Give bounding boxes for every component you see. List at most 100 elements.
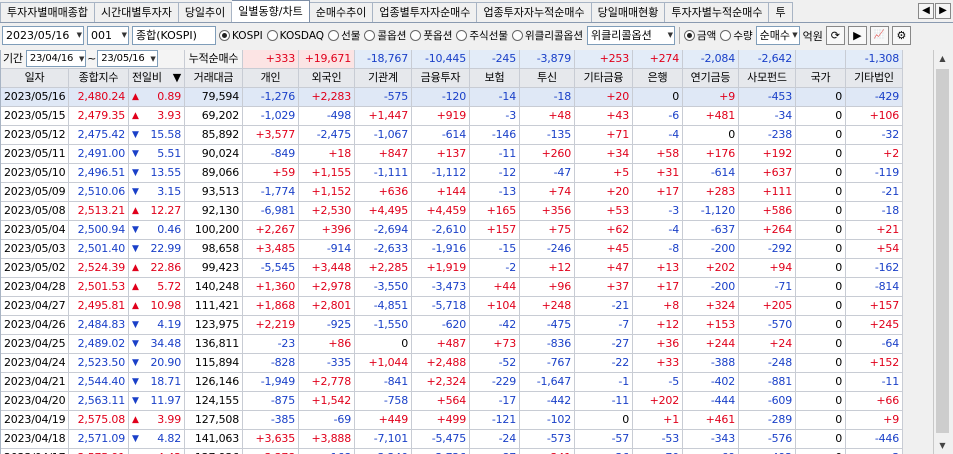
market-radio[interactable]: KOSPI <box>219 30 263 42</box>
table-row[interactable]: 2023/05/02 2,524.39 ▲ 22.86 99,423 -5,545 +3,4… <box>1 259 932 278</box>
date-picker[interactable]: 2023/05/16 <box>2 26 84 45</box>
table-row[interactable]: 2023/04/172,575.91▲ 4.42 127,936+3,378-168… <box>1 449 932 454</box>
period-from-date[interactable]: 23/04/16 <box>25 50 87 68</box>
cumulative-value <box>796 50 846 69</box>
investor-value-cell: 0 <box>796 88 846 107</box>
change-cell: ▲ 0.89 <box>129 88 185 107</box>
index-cell: 2,575.08 <box>69 411 129 430</box>
market-radio[interactable]: KOSDAQ <box>266 30 324 42</box>
column-header[interactable]: 보험 <box>470 69 520 88</box>
investor-value-cell: +5 <box>575 164 633 183</box>
radio-dot-icon <box>328 30 340 41</box>
investor-value-cell: +75 <box>520 221 575 240</box>
refresh-icon[interactable]: ⟳ <box>825 26 845 45</box>
market-radio[interactable]: 위클리콜옵션 <box>512 28 583 43</box>
table-row[interactable]: 2023/05/11 2,491.00 ▼ 5.51 90,024 -849 +18 +847… <box>1 145 932 164</box>
investor-value-cell: -18 <box>520 88 575 107</box>
sort-dropdown-icon[interactable]: ▼ <box>173 69 181 87</box>
tab-item[interactable]: 업종투자자누적순매수 <box>477 2 592 22</box>
tab-item[interactable]: 당일매매현황 <box>591 2 666 22</box>
table-row[interactable]: 2023/05/09 2,510.06 ▼ 3.15 93,513 -1,774 +1,15… <box>1 183 932 202</box>
tab-item[interactable]: 시간대별투자자 <box>94 2 179 22</box>
trade-type-select[interactable]: 순매수 <box>755 26 800 45</box>
column-header[interactable]: 연기금등 <box>683 69 739 88</box>
scroll-up-icon[interactable]: ▲ <box>934 50 951 67</box>
investor-value-cell: -4 <box>633 126 683 145</box>
column-header[interactable]: 외국인 <box>299 69 355 88</box>
vertical-scrollbar[interactable]: ▲ ▼ <box>933 50 951 454</box>
table-row[interactable]: 2023/04/18 2,571.09 ▼ 4.82 141,063 +3,635 +3,8… <box>1 430 932 449</box>
column-header[interactable]: 투신 <box>520 69 575 88</box>
market-radio[interactable]: 콜옵션 <box>364 28 406 43</box>
chart-icon[interactable]: 📈 <box>869 26 889 45</box>
tab-scroll-right-button[interactable]: ▶ <box>935 3 951 19</box>
investor-value-cell: +1,360 <box>243 278 299 297</box>
column-header[interactable]: 국가 <box>796 69 846 88</box>
column-header[interactable]: 종합지수 <box>69 69 129 88</box>
table-row[interactable]: 2023/04/26 2,484.83 ▼ 4.19 123,975 +2,219 -925… <box>1 316 932 335</box>
column-header[interactable]: 전일비 ▼ <box>129 69 185 88</box>
column-header[interactable]: 거래대금 <box>185 69 243 88</box>
tab-item[interactable]: 순매수추이 <box>309 2 374 22</box>
investor-value-cell: +176 <box>683 145 739 164</box>
table-row[interactable]: 2023/04/24 2,523.50 ▼ 20.90 115,894 -828 -335 +… <box>1 354 932 373</box>
investor-value-cell: -200 <box>683 278 739 297</box>
table-row[interactable]: 2023/04/19 2,575.08 ▲ 3.99 127,508 -385 -69 +44… <box>1 411 932 430</box>
table-row[interactable]: 2023/04/21 2,544.40 ▼ 18.71 126,146 -1,949 +2,… <box>1 373 932 392</box>
table-row[interactable]: 2023/04/20 2,563.11 ▼ 11.97 124,155 -875 +1,54… <box>1 392 932 411</box>
column-header[interactable]: 은행 <box>633 69 683 88</box>
trade-amount-cell: 126,146 <box>185 373 243 392</box>
investor-value-cell: +17 <box>633 183 683 202</box>
tab-item[interactable]: 투자자별누적순매수 <box>665 2 770 22</box>
table-row[interactable]: 2023/05/08 2,513.21 ▲ 12.27 92,130 -6,981 +2,5… <box>1 202 932 221</box>
unit-radio[interactable]: 금액 <box>683 28 716 43</box>
investor-value-cell: -575 <box>355 88 412 107</box>
tab-item[interactable]: 투 <box>769 2 793 22</box>
table-row[interactable]: 2023/05/15 2,479.35 ▲ 3.93 69,202 -1,029 -498 +… <box>1 107 932 126</box>
column-header[interactable]: 금융투자 <box>412 69 470 88</box>
investor-value-cell: -12 <box>470 164 520 183</box>
down-triangle-icon: ▼ <box>132 225 139 235</box>
table-row[interactable]: 2023/05/12 2,475.42 ▼ 15.58 85,892 +3,577 -2,4… <box>1 126 932 145</box>
tab-item[interactable]: 업종별투자자순매수 <box>373 2 478 22</box>
column-header[interactable]: 일자 <box>1 69 69 88</box>
tab-item[interactable]: 당일추이 <box>178 2 233 22</box>
table-row[interactable]: 2023/05/03 2,501.40 ▼ 22.99 98,658 +3,485 -914… <box>1 240 932 259</box>
cumulative-value: +274 <box>633 50 683 69</box>
investor-value-cell: 0 <box>796 240 846 259</box>
market-radio[interactable]: 풋옵션 <box>410 28 452 43</box>
market-radio[interactable]: 주식선물 <box>456 28 508 43</box>
table-row[interactable]: 2023/05/10 2,496.51 ▼ 13.55 89,066 +59 +1,155-… <box>1 164 932 183</box>
investor-value-cell: -4 <box>633 221 683 240</box>
tab-scroll-left-button[interactable]: ◀ <box>918 3 934 19</box>
table-row[interactable]: 2023/04/25 2,489.02 ▼ 34.48 136,811 -23 +86 0 +4… <box>1 335 932 354</box>
column-header[interactable]: 기타금융 <box>575 69 633 88</box>
radio-label: 수량 <box>733 30 753 42</box>
gear-icon[interactable]: ⚙ <box>891 26 911 45</box>
column-header[interactable]: 개인 <box>243 69 299 88</box>
investor-value-cell: +4,495 <box>355 202 412 221</box>
tab-item[interactable]: 투자자별매매종합 <box>0 2 95 22</box>
tab-item[interactable]: 일별동향/차트 <box>232 0 310 22</box>
next-icon[interactable]: ▶ <box>847 26 867 45</box>
index-cell: 2,513.21 <box>69 202 129 221</box>
investor-value-cell: -57 <box>575 430 633 449</box>
investor-value-cell: -442 <box>520 392 575 411</box>
table-row[interactable]: 2023/04/28 2,501.53 ▲ 5.72 140,248 +1,360 +2,9… <box>1 278 932 297</box>
column-header[interactable]: 사모펀드 <box>739 69 796 88</box>
market-code-select[interactable]: 001 <box>87 26 129 45</box>
market-radio[interactable]: 선물 <box>328 28 360 43</box>
unit-radio[interactable]: 수량 <box>720 28 753 43</box>
table-row[interactable]: 2023/05/04 2,500.94 ▼ 0.46 100,200 +2,267 +396… <box>1 221 932 240</box>
table-row[interactable]: 2023/04/27 2,495.81 ▲ 10.98 111,421 +1,868 +2,… <box>1 297 932 316</box>
scroll-thumb[interactable] <box>936 69 949 433</box>
up-triangle-icon: ▲ <box>132 282 139 292</box>
column-header[interactable]: 기관계 <box>355 69 412 88</box>
investor-value-cell: +43 <box>575 107 633 126</box>
period-to-date[interactable]: 23/05/16 <box>97 50 158 68</box>
scroll-down-icon[interactable]: ▼ <box>934 437 951 454</box>
weekly-option-select[interactable]: 위클리콜옵션 <box>586 26 675 45</box>
table-row[interactable]: 2023/05/16 2,480.24 ▲ 0.89 79,594 -1,276 +2,28… <box>1 88 932 107</box>
up-triangle-icon: ▲ <box>132 415 139 425</box>
column-header[interactable]: 기타법인 <box>846 69 903 88</box>
